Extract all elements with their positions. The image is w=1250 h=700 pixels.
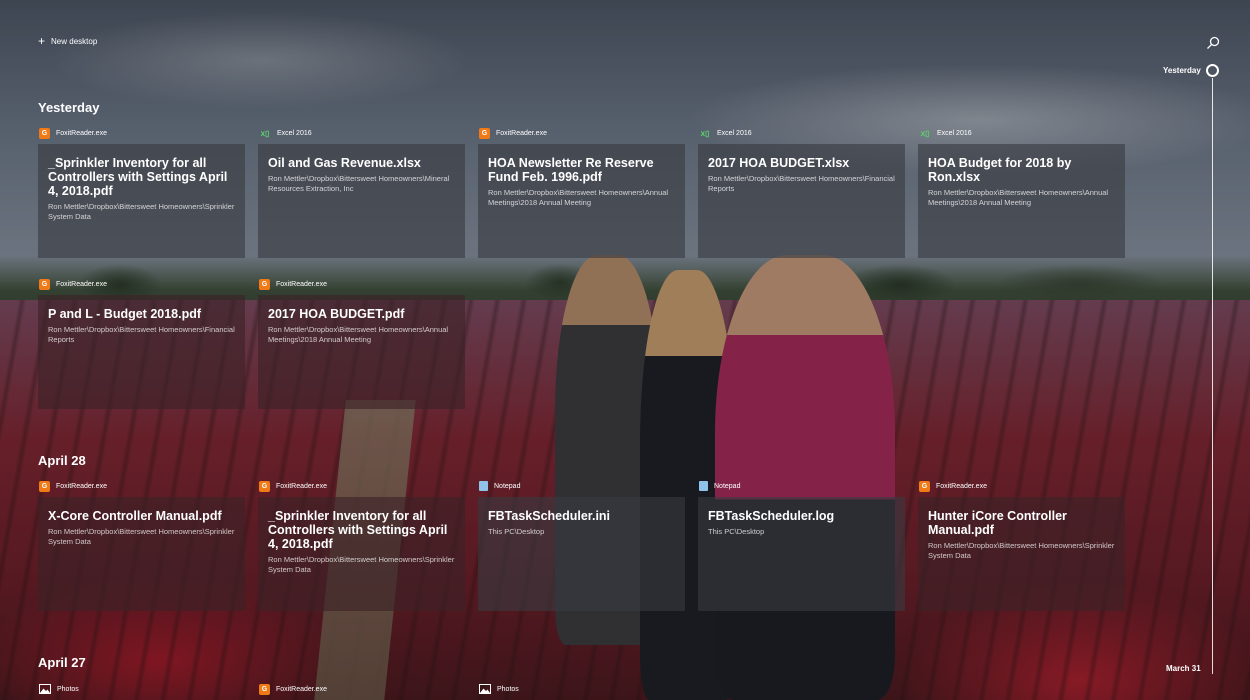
activity-card[interactable]: 2017 HOA BUDGET.pdf Ron Mettler\Dropbox\… bbox=[258, 295, 465, 409]
activity-path: Ron Mettler\Dropbox\Bittersweet Homeowne… bbox=[488, 188, 669, 207]
app-name: Excel 2016 bbox=[277, 129, 312, 137]
activity-app-label: G FoxitReader.exe bbox=[39, 480, 107, 492]
activity-app-label: G FoxitReader.exe bbox=[919, 480, 987, 492]
notepad-icon bbox=[699, 481, 708, 491]
timeline-scrubber-handle[interactable] bbox=[1206, 64, 1219, 77]
app-name: FoxitReader.exe bbox=[936, 482, 987, 490]
excel-icon: x▯ bbox=[260, 128, 270, 138]
excel-icon: x▯ bbox=[700, 128, 710, 138]
activity-title: HOA Budget for 2018 by Ron.xlsx bbox=[928, 156, 1072, 184]
app-name: Notepad bbox=[494, 482, 521, 490]
activity-title: X-Core Controller Manual.pdf bbox=[48, 509, 222, 523]
activity-title: _Sprinkler Inventory for all Controllers… bbox=[48, 156, 228, 198]
app-name: FoxitReader.exe bbox=[56, 129, 107, 137]
foxit-icon: G bbox=[259, 683, 270, 695]
new-desktop-button[interactable]: + New desktop bbox=[38, 34, 98, 48]
app-name: Excel 2016 bbox=[937, 129, 972, 137]
activity-path: Ron Mettler\Dropbox\Bittersweet Homeowne… bbox=[928, 188, 1109, 207]
app-name: FoxitReader.exe bbox=[276, 482, 327, 490]
photos-icon bbox=[479, 684, 491, 695]
activity-path: Ron Mettler\Dropbox\Bittersweet Homeowne… bbox=[708, 174, 895, 193]
app-name: FoxitReader.exe bbox=[496, 129, 547, 137]
foxit-icon: G bbox=[39, 278, 50, 290]
foxit-icon: G bbox=[479, 127, 490, 139]
activity-card[interactable]: Oil and Gas Revenue.xlsx Ron Mettler\Dro… bbox=[258, 144, 465, 258]
foxit-icon: G bbox=[39, 127, 50, 139]
plus-icon: + bbox=[38, 34, 46, 48]
activity-path: Ron Mettler\Dropbox\Bittersweet Homeowne… bbox=[268, 325, 449, 344]
app-name: FoxitReader.exe bbox=[276, 685, 327, 693]
excel-icon: x▯ bbox=[920, 128, 930, 138]
activity-path: Ron Mettler\Dropbox\Bittersweet Homeowne… bbox=[268, 174, 450, 193]
activity-title: HOA Newsletter Re Reserve Fund Feb. 1996… bbox=[488, 156, 654, 184]
app-name: FoxitReader.exe bbox=[56, 482, 107, 490]
activity-path: Ron Mettler\Dropbox\Bittersweet Homeowne… bbox=[928, 541, 1115, 560]
activity-path: This PC\Desktop bbox=[708, 527, 765, 536]
activity-title: 2017 HOA BUDGET.xlsx bbox=[708, 156, 850, 170]
activity-app-label: x▯ Excel 2016 bbox=[919, 127, 972, 139]
activity-card[interactable]: _Sprinkler Inventory for all Controllers… bbox=[38, 144, 245, 258]
activity-title: FBTaskScheduler.log bbox=[708, 509, 835, 523]
activity-app-label: Notepad bbox=[479, 480, 520, 492]
section-heading-april-27: April 27 bbox=[38, 655, 86, 670]
section-heading-yesterday: Yesterday bbox=[38, 100, 100, 115]
activity-title: Oil and Gas Revenue.xlsx bbox=[268, 156, 421, 170]
activity-app-label: x▯ Excel 2016 bbox=[259, 127, 312, 139]
timeline-top-label: Yesterday bbox=[1163, 66, 1201, 75]
app-name: Photos bbox=[57, 685, 79, 693]
activity-card[interactable]: HOA Budget for 2018 by Ron.xlsx Ron Mett… bbox=[918, 144, 1125, 258]
app-name: Photos bbox=[497, 685, 519, 693]
activity-path: Ron Mettler\Dropbox\Bittersweet Homeowne… bbox=[268, 555, 455, 574]
foxit-icon: G bbox=[259, 278, 270, 290]
activity-path: This PC\Desktop bbox=[488, 527, 545, 536]
activity-app-label: Photos bbox=[479, 683, 519, 695]
activity-card[interactable]: P and L - Budget 2018.pdf Ron Mettler\Dr… bbox=[38, 295, 245, 409]
activity-app-label: G FoxitReader.exe bbox=[479, 127, 547, 139]
new-desktop-label: New desktop bbox=[51, 36, 98, 46]
activity-card[interactable]: 2017 HOA BUDGET.xlsx Ron Mettler\Dropbox… bbox=[698, 144, 905, 258]
app-name: FoxitReader.exe bbox=[276, 280, 327, 288]
activity-path: Ron Mettler\Dropbox\Bittersweet Homeowne… bbox=[48, 527, 235, 546]
section-heading-april-28: April 28 bbox=[38, 453, 86, 468]
activity-app-label: x▯ Excel 2016 bbox=[699, 127, 752, 139]
activity-card[interactable]: FBTaskScheduler.ini This PC\Desktop bbox=[478, 497, 685, 611]
activity-app-label: G FoxitReader.exe bbox=[259, 480, 327, 492]
activity-app-label: G FoxitReader.exe bbox=[259, 683, 327, 695]
app-name: FoxitReader.exe bbox=[56, 280, 107, 288]
activity-title: Hunter iCore Controller Manual.pdf bbox=[928, 509, 1067, 537]
activity-app-label: G FoxitReader.exe bbox=[259, 278, 327, 290]
foxit-icon: G bbox=[39, 480, 50, 492]
activity-card[interactable]: HOA Newsletter Re Reserve Fund Feb. 1996… bbox=[478, 144, 685, 258]
activity-card[interactable]: Hunter iCore Controller Manual.pdf Ron M… bbox=[918, 497, 1125, 611]
activity-card[interactable]: X-Core Controller Manual.pdf Ron Mettler… bbox=[38, 497, 245, 611]
notepad-icon bbox=[479, 481, 488, 491]
activity-title: P and L - Budget 2018.pdf bbox=[48, 307, 202, 321]
activity-app-label: Photos bbox=[39, 683, 79, 695]
activity-app-label: G FoxitReader.exe bbox=[39, 278, 107, 290]
search-icon[interactable] bbox=[1206, 36, 1220, 50]
photos-icon bbox=[39, 684, 51, 695]
foxit-icon: G bbox=[259, 480, 270, 492]
timeline-bottom-label: March 31 bbox=[1166, 664, 1201, 673]
foxit-icon: G bbox=[919, 480, 930, 492]
activity-title: FBTaskScheduler.ini bbox=[488, 509, 611, 523]
activity-path: Ron Mettler\Dropbox\Bittersweet Homeowne… bbox=[48, 202, 235, 221]
activity-card[interactable]: FBTaskScheduler.log This PC\Desktop bbox=[698, 497, 905, 611]
activity-app-label: Notepad bbox=[699, 480, 740, 492]
timeline-scrollbar[interactable] bbox=[1212, 78, 1213, 674]
activity-title: _Sprinkler Inventory for all Controllers… bbox=[268, 509, 448, 551]
activity-path: Ron Mettler\Dropbox\Bittersweet Homeowne… bbox=[48, 325, 235, 344]
app-name: Notepad bbox=[714, 482, 741, 490]
activity-app-label: G FoxitReader.exe bbox=[39, 127, 107, 139]
activity-title: 2017 HOA BUDGET.pdf bbox=[268, 307, 405, 321]
activity-card[interactable]: _Sprinkler Inventory for all Controllers… bbox=[258, 497, 465, 611]
app-name: Excel 2016 bbox=[717, 129, 752, 137]
